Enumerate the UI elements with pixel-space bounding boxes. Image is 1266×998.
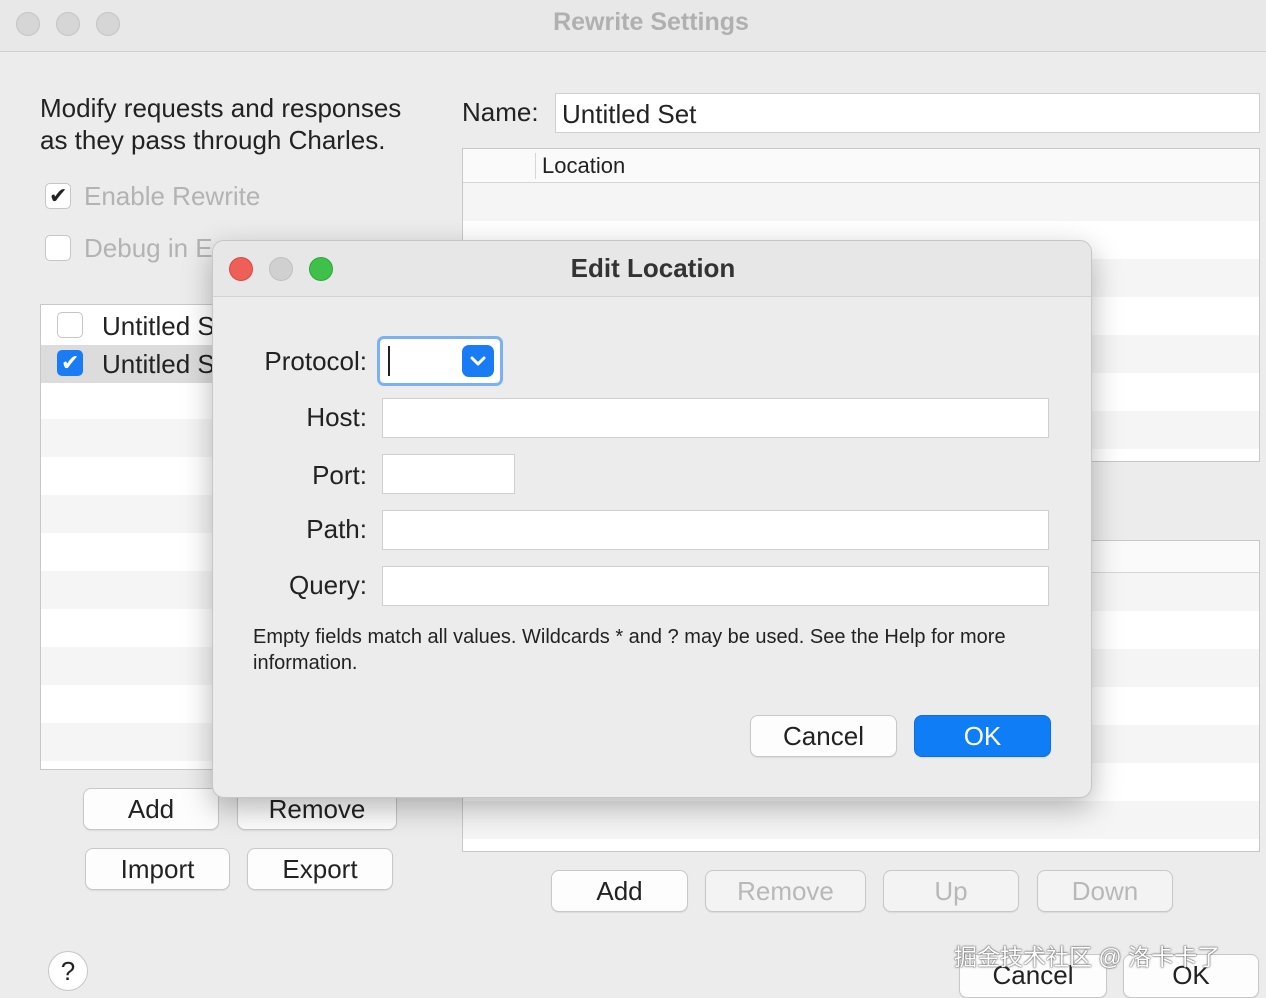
table-stripe	[463, 801, 1259, 839]
description-line-2: as they pass through Charles.	[40, 125, 386, 155]
path-label: Path:	[306, 514, 367, 544]
debug-label: Debug in E	[84, 233, 213, 263]
window-title: Rewrite Settings	[553, 8, 749, 36]
text-cursor	[388, 346, 390, 376]
dialog-titlebar: Edit Location	[213, 241, 1091, 297]
list-stripe	[41, 571, 219, 609]
down-button[interactable]: Down	[1037, 870, 1173, 912]
import-button[interactable]: Import	[85, 848, 230, 890]
up-button[interactable]: Up	[883, 870, 1019, 912]
host-label: Host:	[306, 402, 367, 432]
enable-rewrite-checkbox[interactable]	[45, 183, 71, 209]
query-label: Query:	[288, 570, 367, 600]
path-input[interactable]	[382, 510, 1049, 550]
list-stripe	[41, 723, 219, 761]
query-input[interactable]	[382, 566, 1049, 606]
set-checkbox[interactable]	[57, 312, 83, 338]
list-item[interactable]: Untitled S	[41, 345, 219, 383]
location-column-header[interactable]: Location	[542, 153, 625, 179]
name-field[interactable]: Untitled Set	[555, 93, 1260, 133]
export-button[interactable]: Export	[247, 848, 393, 890]
name-label: Name:	[462, 97, 539, 127]
protocol-label: Protocol:	[264, 346, 367, 376]
list-stripe	[41, 647, 219, 685]
list-item[interactable]: Untitled S	[41, 305, 219, 345]
sets-list[interactable]: Untitled S Untitled S	[40, 304, 220, 770]
watermark: 掘金技术社区 @ 洛卡卡了	[954, 944, 1221, 970]
help-button[interactable]: ?	[48, 951, 88, 991]
set-label: Untitled S	[102, 349, 215, 379]
dialog-cancel-button[interactable]: Cancel	[750, 715, 897, 757]
list-stripe	[41, 419, 219, 457]
chevron-down-icon[interactable]	[462, 345, 494, 377]
port-label: Port:	[312, 460, 367, 490]
help-note: Empty fields match all values. Wildcards…	[253, 626, 1006, 674]
host-input[interactable]	[382, 398, 1049, 438]
add-rule-button[interactable]: Add	[551, 870, 688, 912]
set-label: Untitled S	[102, 311, 215, 341]
dialog-ok-button[interactable]: OK	[914, 715, 1051, 757]
add-set-button[interactable]: Add	[83, 788, 219, 830]
set-checkbox[interactable]	[57, 350, 83, 376]
table-header: Location	[463, 149, 1259, 183]
window-titlebar: Rewrite Settings	[0, 0, 1266, 52]
description-line-1: Modify requests and responses	[40, 93, 402, 123]
enable-rewrite-label: Enable Rewrite	[84, 181, 261, 211]
edit-location-dialog: Edit Location Protocol: Host: Port: Path…	[212, 240, 1092, 798]
dialog-title: Edit Location	[570, 253, 736, 283]
list-stripe	[41, 495, 219, 533]
port-input[interactable]	[382, 454, 515, 494]
table-stripe	[463, 183, 1259, 221]
column-divider	[535, 153, 536, 179]
remove-rule-button[interactable]: Remove	[705, 870, 866, 912]
protocol-select[interactable]	[377, 336, 503, 386]
debug-checkbox[interactable]	[45, 235, 71, 261]
